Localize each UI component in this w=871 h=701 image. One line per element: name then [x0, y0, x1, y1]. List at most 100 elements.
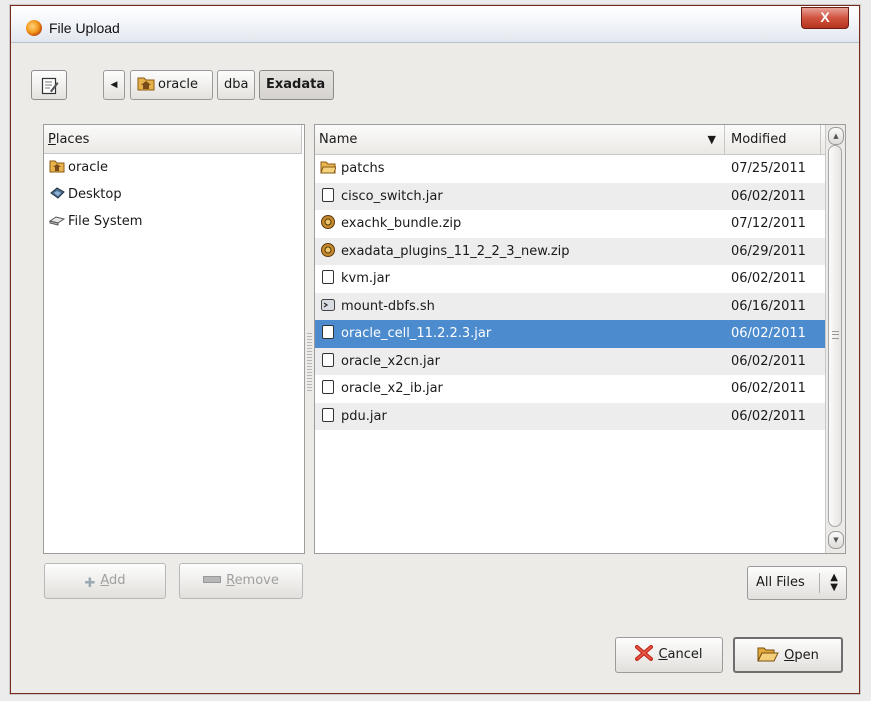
file-row[interactable]: kvm.jar 06/02/2011 [315, 265, 845, 293]
file-name: oracle_x2cn.jar [341, 353, 440, 369]
add-label: dd [109, 573, 126, 588]
file-name: oracle_cell_11.2.2.3.jar [341, 326, 492, 341]
column-header-modified[interactable]: Modified [725, 125, 821, 154]
file-modified-cell: 07/25/2011 [731, 161, 806, 176]
file-name: cisco_switch.jar [341, 188, 443, 204]
file-row[interactable]: cisco_switch.jar 06/02/2011 [315, 182, 845, 210]
cancel-icon [635, 645, 654, 661]
filter-label: All Files [756, 575, 805, 590]
file-modified-cell: 06/02/2011 [731, 353, 806, 369]
remove-bookmark-button[interactable]: Remove [179, 563, 303, 599]
open-label: pen [794, 648, 819, 663]
open-folder-icon [757, 647, 779, 662]
cancel-button[interactable]: Cancel [615, 637, 723, 673]
place-item-oracle[interactable]: oracle [44, 154, 304, 181]
file-modified-cell: 07/12/2011 [731, 216, 806, 231]
file-modified-cell: 06/16/2011 [731, 298, 806, 314]
file-name: oracle_x2_ib.jar [341, 381, 443, 396]
place-item-desktop[interactable]: Desktop [44, 181, 304, 208]
file-modified-cell: 06/02/2011 [731, 381, 806, 396]
file-row[interactable]: exadata_plugins_11_2_2_3_new.zip 06/29/20… [315, 237, 845, 266]
open-button[interactable]: Open [733, 637, 843, 673]
file-modified-cell: 06/29/2011 [731, 243, 806, 259]
archive-icon [320, 213, 336, 229]
file-name: patchs [341, 161, 385, 176]
close-button[interactable]: X [801, 7, 849, 29]
cancel-accel: C [658, 647, 668, 662]
place-label: File System [68, 214, 143, 229]
pane-splitter[interactable] [307, 333, 312, 393]
drive-icon [49, 216, 65, 226]
file-modified-cell: 06/02/2011 [731, 271, 806, 286]
file-row[interactable]: oracle_x2cn.jar 06/02/2011 [315, 347, 845, 376]
path-back-button[interactable]: ◀ [103, 70, 125, 100]
file-row[interactable]: oracle_cell_11.2.2.3.jar 06/02/2011 [315, 320, 845, 348]
file-modified-cell: 06/02/2011 [731, 408, 806, 424]
file-modified-cell: 06/02/2011 [731, 326, 806, 341]
file-name-cell: kvm.jar [315, 265, 725, 293]
type-location-button[interactable] [31, 70, 67, 100]
edit-icon [41, 77, 59, 95]
place-label: oracle [68, 160, 109, 175]
file-name: exadata_plugins_11_2_2_3_new.zip [341, 243, 570, 259]
file-name-cell: pdu.jar [315, 403, 725, 431]
file-modified-cell: 06/02/2011 [731, 188, 806, 204]
file-icon [320, 323, 336, 339]
file-name-cell: oracle_x2cn.jar [315, 348, 725, 376]
file-list-pane: Name ▼ Modified patchs 07/25/2011 cisco_sw… [314, 124, 846, 554]
place-item-file-system[interactable]: File System [44, 208, 304, 235]
column-header-name[interactable]: Name ▼ [315, 125, 725, 154]
add-bookmark-button[interactable]: ✚ Add [44, 563, 166, 599]
file-icon [320, 268, 336, 284]
folder-icon [320, 158, 337, 174]
file-name-cell: oracle_cell_11.2.2.3.jar [315, 320, 725, 348]
file-name: kvm.jar [341, 271, 390, 286]
file-rows: patchs 07/25/2011 cisco_switch.jar 06/02/20… [315, 155, 845, 430]
places-pane: Places oracle Desktop File System [43, 124, 305, 554]
scrollbar-thumb[interactable] [828, 145, 842, 527]
file-name-cell: exadata_plugins_11_2_2_3_new.zip [315, 238, 725, 266]
path-crumb-oracle[interactable]: oracle [130, 70, 213, 100]
home-folder-icon [49, 160, 65, 173]
sort-down-icon: ▼ [707, 133, 716, 146]
up-down-arrows-icon: ▲ ▼ [830, 572, 838, 593]
file-list-header: Name ▼ Modified [315, 125, 845, 155]
open-accel: O [784, 648, 795, 663]
file-name: mount-dbfs.sh [341, 298, 435, 314]
vertical-scrollbar[interactable]: ▲ ▼ [825, 125, 845, 553]
file-icon [320, 406, 336, 422]
desktop-icon [50, 187, 65, 199]
path-crumb-exadata[interactable]: Exadata [259, 70, 334, 100]
cancel-label: ancel [667, 647, 703, 662]
file-name-cell: exachk_bundle.zip [315, 210, 725, 238]
home-folder-icon [137, 77, 155, 91]
file-row[interactable]: patchs 07/25/2011 [315, 155, 845, 183]
file-row[interactable]: exachk_bundle.zip 07/12/2011 [315, 210, 845, 238]
divider [819, 573, 820, 593]
minus-icon [203, 576, 222, 583]
file-name-cell: mount-dbfs.sh [315, 293, 725, 321]
file-row[interactable]: mount-dbfs.sh 06/16/2011 [315, 292, 845, 321]
script-icon [320, 296, 336, 312]
scroll-down-icon[interactable]: ▼ [828, 531, 844, 549]
column-name-label: Name [319, 132, 358, 147]
file-row[interactable]: pdu.jar 06/02/2011 [315, 402, 845, 431]
scroll-up-icon[interactable]: ▲ [828, 127, 844, 145]
file-name: pdu.jar [341, 408, 387, 424]
crumb-label: oracle [158, 77, 199, 92]
file-name-cell: oracle_x2_ib.jar [315, 375, 725, 403]
file-icon [320, 351, 336, 367]
file-name-cell: patchs [315, 155, 725, 183]
file-name: exachk_bundle.zip [341, 216, 462, 231]
file-row[interactable]: oracle_x2_ib.jar 06/02/2011 [315, 375, 845, 403]
file-type-filter-select[interactable]: All Files ▲ ▼ [747, 566, 847, 600]
chevron-left-icon: ◀ [110, 80, 118, 90]
path-crumb-dba[interactable]: dba [217, 70, 255, 100]
grip-icon [832, 331, 839, 339]
place-label: Desktop [68, 187, 122, 202]
places-header-label: Places [48, 132, 90, 147]
title-bar[interactable]: File Upload X [11, 6, 859, 43]
places-header[interactable]: Places [44, 125, 302, 154]
add-accel: A [100, 573, 110, 588]
firefox-icon [26, 20, 42, 36]
